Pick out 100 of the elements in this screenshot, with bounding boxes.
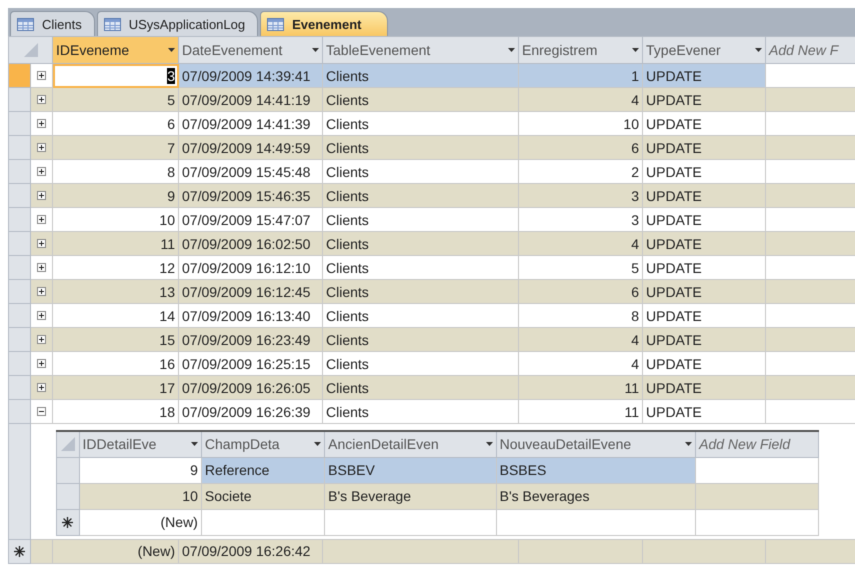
row-selector[interactable]: [8, 400, 30, 424]
row-selector[interactable]: [8, 256, 30, 280]
table-cell: 4: [518, 232, 642, 256]
tab[interactable]: Clients: [10, 11, 95, 36]
expand-icon[interactable]: [37, 263, 46, 272]
row-selector[interactable]: [8, 88, 30, 112]
table-cell: B's Beverage: [324, 483, 496, 509]
column-header[interactable]: Add New F: [766, 36, 855, 64]
table-cell: UPDATE: [642, 184, 766, 208]
column-header[interactable]: Add New Field: [696, 431, 818, 457]
table-cell: 10: [79, 483, 202, 509]
column-header[interactable]: DateEvenement: [178, 36, 322, 64]
table-cell: 07/09/2009 16:26:42: [178, 539, 322, 563]
expand-icon[interactable]: [37, 359, 46, 368]
table-cell: 17: [52, 376, 178, 400]
expand-icon[interactable]: [37, 167, 46, 176]
column-header[interactable]: Enregistrem: [518, 36, 642, 64]
column-header[interactable]: AncienDetailEven: [324, 431, 496, 457]
table-cell: 3: [52, 64, 178, 88]
row-selector[interactable]: [56, 457, 80, 483]
new-record-icon: [62, 516, 74, 528]
table-icon: [267, 18, 284, 30]
tab[interactable]: Evenement: [260, 11, 388, 36]
column-header[interactable]: TypeEvener: [642, 36, 766, 64]
row-selector[interactable]: [8, 352, 30, 376]
column-header[interactable]: TableEvenement: [322, 36, 518, 64]
table-cell: Clients: [322, 376, 518, 400]
row-selector[interactable]: [8, 184, 30, 208]
column-header[interactable]: IDEveneme: [52, 36, 178, 64]
row-selector[interactable]: [8, 64, 30, 88]
table-icon: [17, 18, 34, 30]
expand-icon[interactable]: [37, 311, 46, 320]
table-cell: 07/09/2009 14:39:41: [178, 64, 322, 88]
table-cell: 11: [518, 376, 642, 400]
caret-icon: [632, 48, 639, 52]
row-selector[interactable]: [8, 280, 30, 304]
table-cell: (New): [52, 539, 178, 563]
table-cell: 07/09/2009 16:26:05: [178, 376, 322, 400]
row-selector[interactable]: [8, 160, 30, 184]
row-selector[interactable]: [56, 483, 80, 509]
table-cell: 13: [52, 280, 178, 304]
expand-icon[interactable]: [37, 239, 46, 248]
expand-icon[interactable]: [37, 119, 46, 128]
row-selector[interactable]: [8, 112, 30, 136]
table-cell: 07/09/2009 16:02:50: [178, 232, 322, 256]
caret-icon: [685, 442, 692, 446]
table-cell: UPDATE: [642, 88, 766, 112]
expand-icon[interactable]: [37, 95, 46, 104]
expand-icon[interactable]: [37, 71, 46, 80]
table-cell: 9: [79, 457, 202, 483]
column-header[interactable]: NouveauDetailEvene: [496, 431, 696, 457]
caret-icon: [190, 442, 198, 446]
table-cell: Clients: [322, 184, 518, 208]
row-selector[interactable]: [8, 304, 30, 328]
table-cell: BSBEV: [324, 457, 496, 483]
table-cell: 3: [518, 184, 642, 208]
table-cell: UPDATE: [642, 232, 766, 256]
table-cell: Clients: [322, 88, 518, 112]
expand-icon[interactable]: [37, 383, 46, 392]
table-cell: Clients: [322, 280, 518, 304]
table-cell: (New): [79, 509, 202, 535]
table-cell: UPDATE: [642, 328, 766, 352]
table-cell: Clients: [322, 64, 518, 88]
expand-icon[interactable]: [37, 143, 46, 152]
table-cell: 07/09/2009 16:23:49: [178, 328, 322, 352]
table-cell: 07/09/2009 16:12:45: [178, 280, 322, 304]
select-all-icon[interactable]: [24, 43, 38, 57]
table-cell: 6: [518, 136, 642, 160]
new-record-icon: [14, 546, 25, 556]
table-cell: 9: [52, 184, 178, 208]
row-selector[interactable]: [8, 136, 30, 160]
table-cell: 5: [52, 88, 178, 112]
table-cell: UPDATE: [642, 136, 766, 160]
table-cell: UPDATE: [642, 280, 766, 304]
table-cell: 07/09/2009 14:41:19: [178, 88, 322, 112]
row-selector[interactable]: [8, 208, 30, 232]
table-cell: UPDATE: [642, 64, 766, 88]
caret-icon: [312, 48, 319, 52]
table-cell: 7: [52, 136, 178, 160]
expand-icon[interactable]: [37, 335, 46, 344]
column-header[interactable]: IDDetailEve: [79, 431, 202, 457]
row-selector[interactable]: [8, 232, 30, 256]
caret-icon: [314, 442, 322, 446]
table-cell: 1: [518, 64, 642, 88]
expand-icon[interactable]: [37, 191, 46, 200]
select-all-icon[interactable]: [60, 437, 75, 452]
table-cell: BSBES: [496, 457, 696, 483]
table-cell: 15: [52, 328, 178, 352]
expand-icon[interactable]: [37, 287, 46, 296]
table-cell: Societe: [201, 483, 325, 509]
table-icon: [104, 18, 121, 30]
row-selector[interactable]: [8, 328, 30, 352]
row-selector[interactable]: [8, 376, 30, 400]
column-header[interactable]: ChampDeta: [201, 431, 325, 457]
expand-icon[interactable]: [37, 215, 46, 224]
tab[interactable]: USysApplicationLog: [96, 11, 258, 36]
caret-icon: [168, 48, 175, 52]
collapse-icon[interactable]: [37, 407, 46, 416]
table-cell: 07/09/2009 14:49:59: [178, 136, 322, 160]
table-cell: 4: [518, 328, 642, 352]
